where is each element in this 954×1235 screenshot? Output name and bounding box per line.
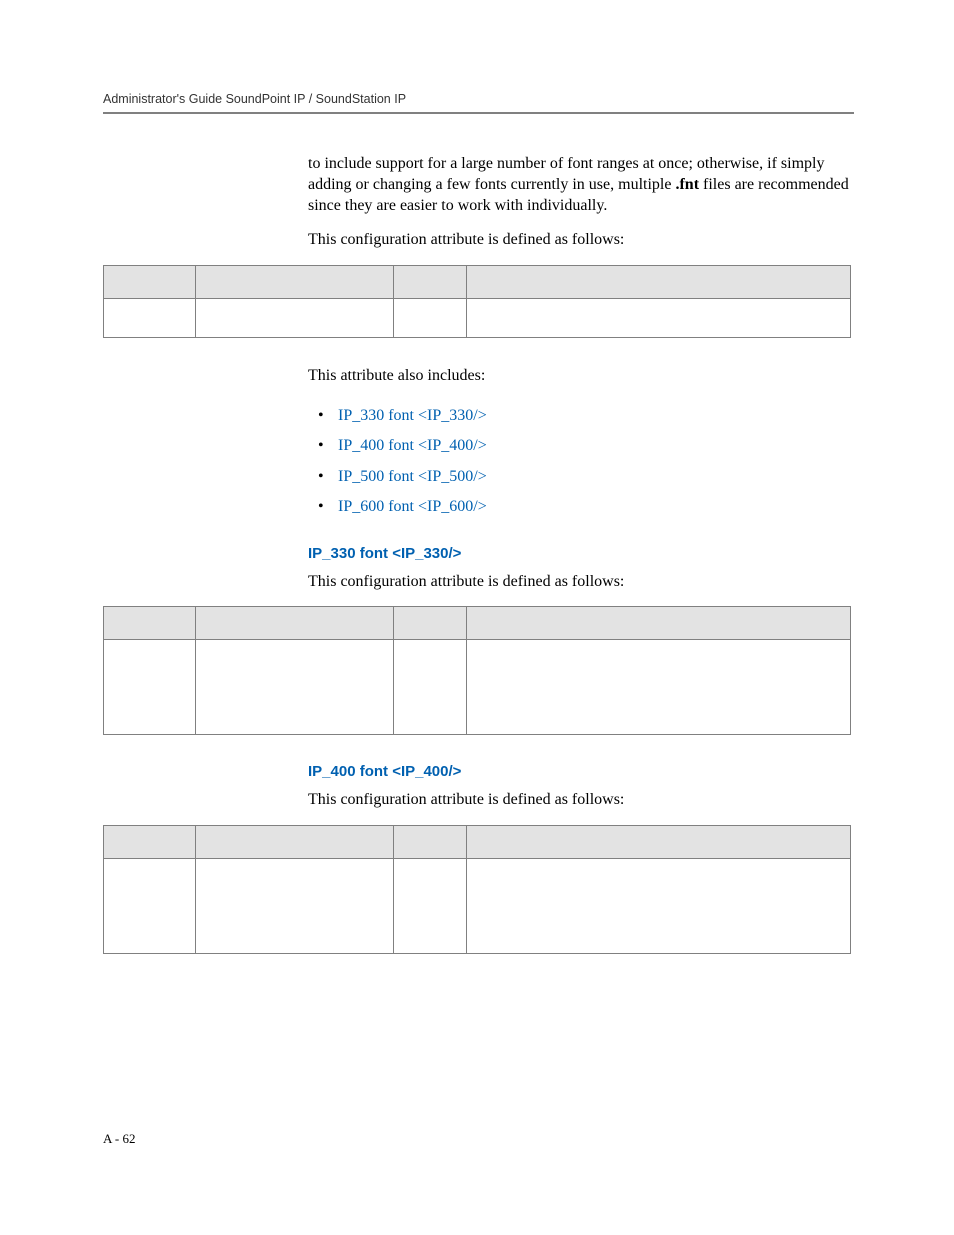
- table-cell: [196, 640, 394, 735]
- heading-ip330: IP_330 font <IP_330/>: [308, 545, 854, 562]
- table-header-cell: [196, 266, 394, 299]
- table-header-cell: [467, 266, 851, 299]
- table-cell: [467, 859, 851, 954]
- list-item: IP_500 font <IP_500/>: [326, 462, 854, 492]
- table-header-cell: [394, 607, 467, 640]
- list-item: IP_400 font <IP_400/>: [326, 431, 854, 461]
- table-header-cell: [104, 266, 196, 299]
- attribute-table-2: [103, 606, 851, 735]
- table-header-row: [104, 266, 851, 299]
- includes-block: This attribute also includes: IP_330 fon…: [308, 366, 854, 592]
- table-cell: [104, 859, 196, 954]
- table-cell: [467, 640, 851, 735]
- table-header-cell: [196, 607, 394, 640]
- running-header: Administrator's Guide SoundPoint IP / So…: [103, 92, 854, 106]
- table-header-cell: [467, 826, 851, 859]
- table-cell: [196, 299, 394, 338]
- table-header-cell: [394, 266, 467, 299]
- table-header-cell: [467, 607, 851, 640]
- page-number: A - 62: [103, 1131, 136, 1147]
- ip400-block: IP_400 font <IP_400/> This configuration…: [308, 763, 854, 811]
- table-row: [104, 859, 851, 954]
- table-row: [104, 299, 851, 338]
- document-page: Administrator's Guide SoundPoint IP / So…: [0, 0, 954, 1235]
- intro-config-line: This configuration attribute is defined …: [308, 230, 854, 251]
- table-header-cell: [104, 826, 196, 859]
- intro-block: to include support for a large number of…: [308, 154, 854, 251]
- includes-list: IP_330 font <IP_330/> IP_400 font <IP_40…: [326, 401, 854, 523]
- includes-intro: This attribute also includes:: [308, 366, 854, 387]
- attribute-table-1: [103, 265, 851, 338]
- ip330-config-line: This configuration attribute is defined …: [308, 572, 854, 593]
- table-cell: [394, 299, 467, 338]
- link-ip330[interactable]: IP_330 font <IP_330/>: [338, 407, 487, 424]
- link-ip600[interactable]: IP_600 font <IP_600/>: [338, 498, 487, 515]
- table-header-cell: [196, 826, 394, 859]
- table-header-cell: [104, 607, 196, 640]
- heading-ip400: IP_400 font <IP_400/>: [308, 763, 854, 780]
- table-cell: [104, 299, 196, 338]
- table-cell: [467, 299, 851, 338]
- link-ip400[interactable]: IP_400 font <IP_400/>: [338, 437, 487, 454]
- table-cell: [104, 640, 196, 735]
- intro-text-bold: .fnt: [675, 176, 699, 193]
- intro-paragraph: to include support for a large number of…: [308, 154, 854, 216]
- table-header-cell: [394, 826, 467, 859]
- list-item: IP_600 font <IP_600/>: [326, 492, 854, 522]
- list-item: IP_330 font <IP_330/>: [326, 401, 854, 431]
- attribute-table-3: [103, 825, 851, 954]
- link-ip500[interactable]: IP_500 font <IP_500/>: [338, 468, 487, 485]
- table-cell: [394, 640, 467, 735]
- table-cell: [394, 859, 467, 954]
- table-header-row: [104, 607, 851, 640]
- ip400-config-line: This configuration attribute is defined …: [308, 790, 854, 811]
- table-header-row: [104, 826, 851, 859]
- table-cell: [196, 859, 394, 954]
- header-rule: [103, 112, 854, 114]
- table-row: [104, 640, 851, 735]
